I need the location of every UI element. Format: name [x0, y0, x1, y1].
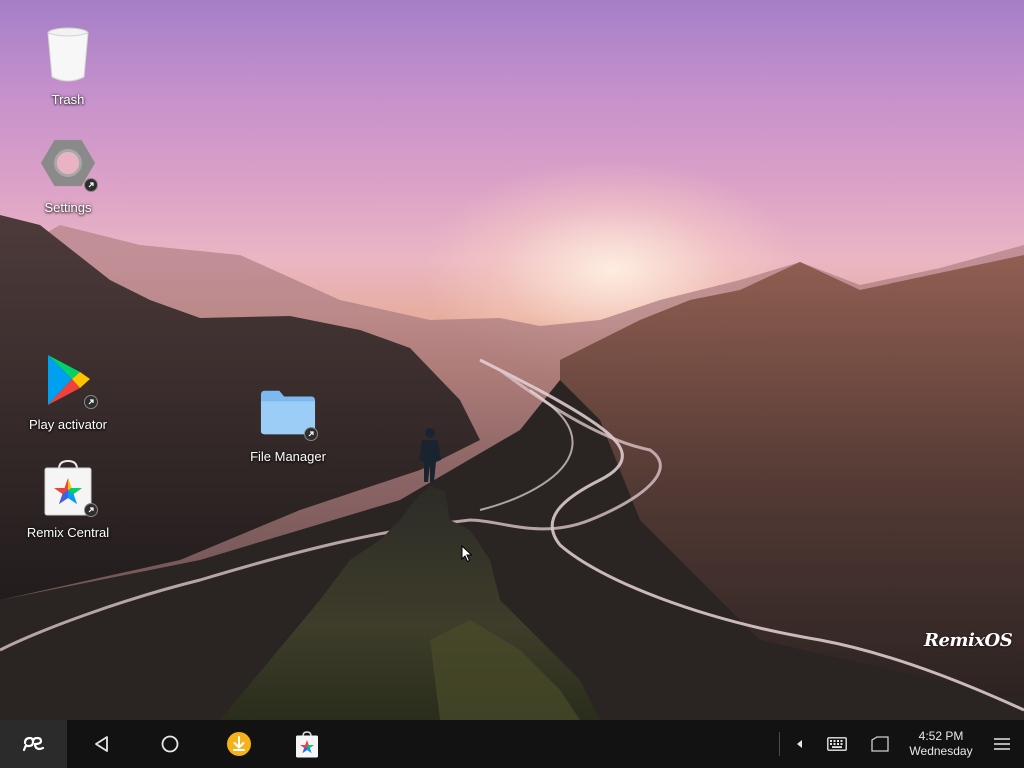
- shortcut-badge-icon: [84, 503, 98, 517]
- remixos-logo: RemixOS: [924, 630, 1013, 651]
- taskbar: 4:52 PM Wednesday: [0, 720, 1024, 768]
- download-app-icon: [227, 732, 251, 756]
- desktop-icon-play-activator[interactable]: Play activator: [13, 351, 123, 432]
- clock-day: Wednesday: [909, 744, 973, 758]
- home-button[interactable]: [152, 720, 188, 768]
- taskbar-app-remix-central[interactable]: [290, 720, 324, 768]
- back-button[interactable]: [84, 720, 120, 768]
- settings-label: Settings: [44, 200, 92, 215]
- signal-status[interactable]: [868, 720, 892, 768]
- mouse-cursor-icon: [461, 545, 473, 563]
- shortcut-badge-icon: [304, 427, 318, 441]
- file-manager-label: File Manager: [250, 449, 326, 464]
- remix-start-icon: [22, 736, 44, 752]
- trash-label: Trash: [51, 92, 85, 107]
- start-button[interactable]: [0, 720, 67, 768]
- tray-expand-button[interactable]: [790, 720, 810, 768]
- clock-time: 4:52 PM: [918, 729, 964, 743]
- notifications-menu-icon: [994, 738, 1010, 750]
- settings-icon: [40, 134, 98, 192]
- remix-central-label: Remix Central: [26, 525, 110, 540]
- tray-expand-icon: [797, 740, 802, 748]
- desktop-icon-file-manager[interactable]: File Manager: [233, 383, 343, 464]
- play-activator-label: Play activator: [28, 417, 108, 432]
- clock[interactable]: 4:52 PM Wednesday: [900, 720, 982, 768]
- desktop-icon-trash[interactable]: Trash: [13, 26, 123, 107]
- wallpaper: [0, 215, 1024, 720]
- notifications-button[interactable]: [988, 720, 1016, 768]
- keyboard-icon: [827, 737, 847, 751]
- folder-icon: [260, 383, 318, 441]
- shortcut-badge-icon: [84, 395, 98, 409]
- desktop-icon-remix-central[interactable]: Remix Central: [13, 459, 123, 540]
- desktop-icon-settings[interactable]: Settings: [13, 134, 123, 215]
- back-icon: [95, 736, 108, 752]
- remix-central-app-icon: [296, 730, 318, 757]
- remix-central-icon: [40, 459, 98, 517]
- home-icon: [161, 735, 179, 753]
- play-store-icon: [40, 351, 98, 409]
- shortcut-badge-icon: [84, 178, 98, 192]
- signal-icon: [871, 736, 889, 752]
- keyboard-button[interactable]: [824, 720, 850, 768]
- trash-icon: [40, 26, 96, 84]
- desktop: Trash Settings Play activator Remix Cent…: [0, 0, 1024, 720]
- tray-divider: [779, 732, 780, 756]
- taskbar-app-download[interactable]: [222, 720, 256, 768]
